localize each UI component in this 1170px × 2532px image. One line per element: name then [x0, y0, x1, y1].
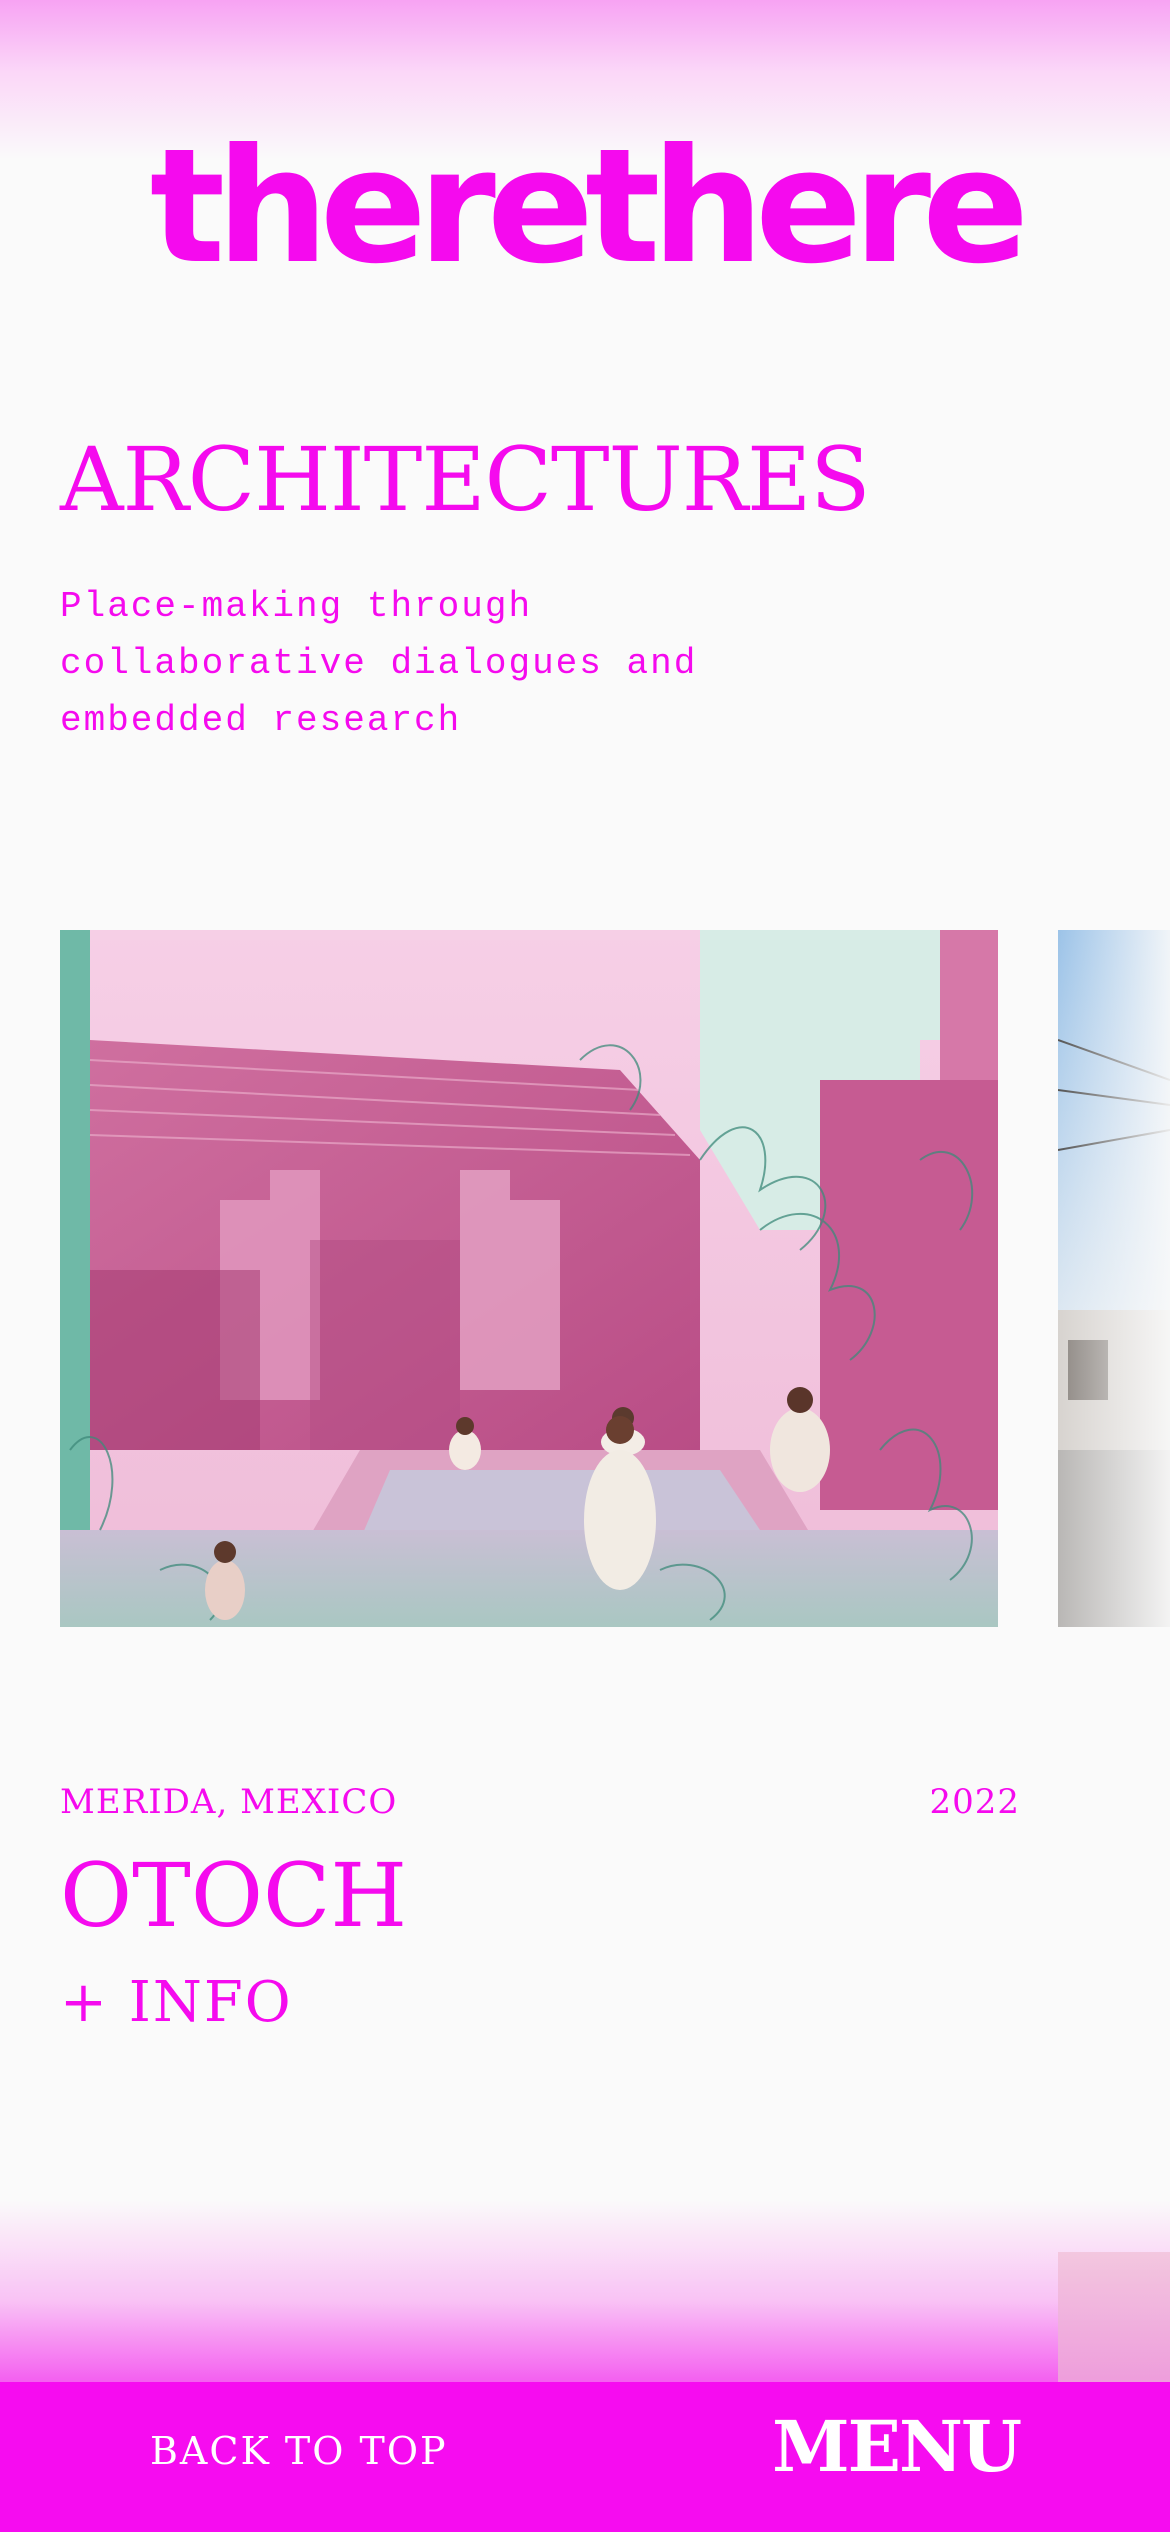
project-year: 2022	[929, 1782, 1020, 1822]
menu-button[interactable]: MENU	[772, 2412, 1022, 2482]
more-info-link[interactable]: + INFO	[60, 1975, 293, 2031]
page-title: ARCHITECTURES	[60, 428, 871, 531]
next-project-thumbnail-edge	[1058, 2252, 1170, 2382]
project-location: MERIDA, MEXICO	[60, 1782, 398, 1822]
brand-logo[interactable]: therethere	[0, 128, 1170, 286]
section-description: Place-making through collaborative dialo…	[60, 586, 698, 741]
next-project-image[interactable]	[1058, 930, 1170, 1627]
back-to-top-button[interactable]: BACK TO TOP	[150, 2432, 448, 2470]
project-title[interactable]: OTOCH	[60, 1852, 407, 1940]
next-project-photo	[1058, 930, 1170, 1627]
project-illustration	[60, 930, 998, 1627]
bottom-gradient	[0, 2200, 1170, 2382]
project-image[interactable]	[60, 930, 998, 1627]
